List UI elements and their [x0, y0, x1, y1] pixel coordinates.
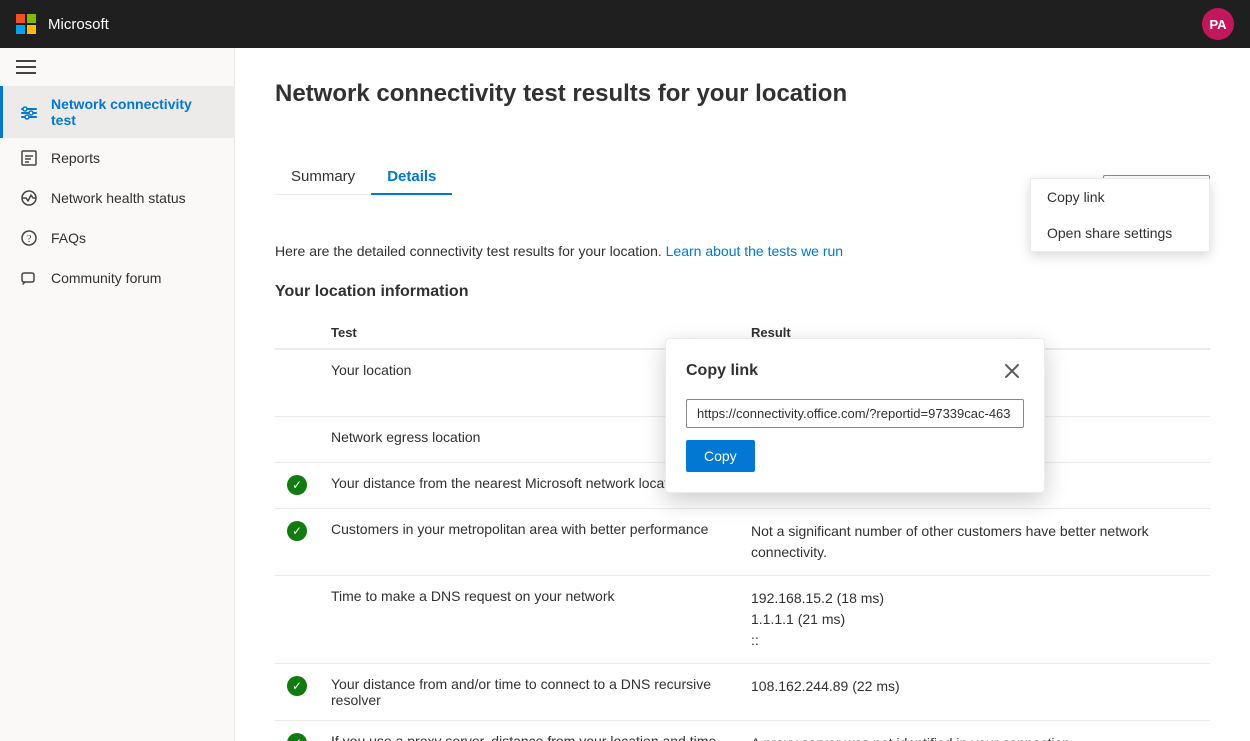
- status-icon-success: ✓: [287, 475, 307, 495]
- status-cell: [275, 349, 319, 417]
- share-dropdown: Copy link Open share settings: [1030, 178, 1210, 252]
- status-cell: ✓: [275, 463, 319, 509]
- col-status-header: [275, 317, 319, 349]
- status-cell: [275, 576, 319, 664]
- modal-title: Copy link: [686, 362, 758, 380]
- modal-header: Copy link: [686, 359, 1024, 383]
- status-cell: [275, 417, 319, 463]
- copy-link-modal: Copy link Copy: [665, 338, 1045, 493]
- result-cell: 192.168.15.2 (18 ms)1.1.1.1 (21 ms)::: [739, 576, 1210, 664]
- learn-more-link[interactable]: Learn about the tests we run: [666, 243, 843, 259]
- status-cell: ✓: [275, 664, 319, 721]
- faq-icon: ?: [19, 228, 39, 248]
- share-dropdown-copy-link[interactable]: Copy link: [1031, 179, 1209, 215]
- sidebar-item-reports-label: Reports: [51, 150, 100, 166]
- header-actions: Network connectivity test results for yo…: [275, 80, 1210, 132]
- reports-icon: [19, 148, 39, 168]
- network-icon: [19, 102, 39, 122]
- share-dropdown-open-share-settings[interactable]: Open share settings: [1031, 215, 1209, 251]
- status-cell: ✓: [275, 509, 319, 576]
- section-title: Your location information: [275, 283, 1210, 301]
- copy-button[interactable]: Copy: [686, 440, 755, 472]
- test-cell: If you use a proxy server, distance from…: [319, 721, 739, 741]
- sidebar-item-reports[interactable]: Reports: [0, 138, 234, 178]
- sidebar-item-faqs-label: FAQs: [51, 230, 86, 246]
- tabs: Summary Details: [275, 160, 452, 195]
- sidebar-item-network-health-status-label: Network health status: [51, 190, 186, 206]
- modal-url-row: [686, 399, 1024, 428]
- health-icon: [19, 188, 39, 208]
- status-icon-success: ✓: [287, 521, 307, 541]
- sidebar-item-community-forum-label: Community forum: [51, 270, 161, 286]
- tab-details[interactable]: Details: [371, 160, 452, 195]
- community-icon: [19, 268, 39, 288]
- table-row: Time to make a DNS request on your netwo…: [275, 576, 1210, 664]
- status-cell: ✓: [275, 721, 319, 741]
- topbar-title: Microsoft: [48, 16, 109, 33]
- sidebar-item-network-health-status[interactable]: Network health status: [0, 178, 234, 218]
- hamburger-button[interactable]: [0, 48, 234, 86]
- main-content: Network connectivity test results for yo…: [235, 48, 1250, 741]
- modal-close-button[interactable]: [1000, 359, 1024, 383]
- layout: Network connectivity test Reports Ne: [0, 48, 1250, 741]
- tab-summary[interactable]: Summary: [275, 160, 371, 195]
- test-cell: Time to make a DNS request on your netwo…: [319, 576, 739, 664]
- table-row: ✓ Your distance from and/or time to conne…: [275, 664, 1210, 721]
- test-cell: Customers in your metropolitan area with…: [319, 509, 739, 576]
- sidebar-item-community-forum[interactable]: Community forum: [0, 258, 234, 298]
- topbar-left: Microsoft: [16, 14, 109, 34]
- topbar: Microsoft PA: [0, 0, 1250, 48]
- copy-link-url-input[interactable]: [686, 399, 1024, 428]
- result-cell: 108.162.244.89 (22 ms): [739, 664, 1210, 721]
- result-cell: A proxy server was not identified in you…: [739, 721, 1210, 741]
- sidebar: Network connectivity test Reports Ne: [0, 48, 235, 741]
- sidebar-item-faqs[interactable]: ? FAQs: [0, 218, 234, 258]
- close-icon: [1005, 364, 1019, 378]
- table-row: ✓ If you use a proxy server, distance fro…: [275, 721, 1210, 741]
- svg-text:?: ?: [27, 234, 32, 245]
- table-row: ✓ Customers in your metropolitan area wit…: [275, 509, 1210, 576]
- sidebar-item-network-connectivity-test[interactable]: Network connectivity test: [0, 86, 234, 138]
- microsoft-logo: [16, 14, 36, 34]
- page-title: Network connectivity test results for yo…: [275, 80, 847, 108]
- avatar[interactable]: PA: [1202, 8, 1234, 40]
- status-icon-success: ✓: [287, 676, 307, 696]
- test-cell: Your distance from and/or time to connec…: [319, 664, 739, 721]
- result-cell: Not a significant number of other custom…: [739, 509, 1210, 576]
- status-icon-success: ✓: [287, 733, 307, 741]
- sidebar-item-network-connectivity-test-label: Network connectivity test: [51, 96, 218, 128]
- hamburger-icon: [16, 60, 218, 74]
